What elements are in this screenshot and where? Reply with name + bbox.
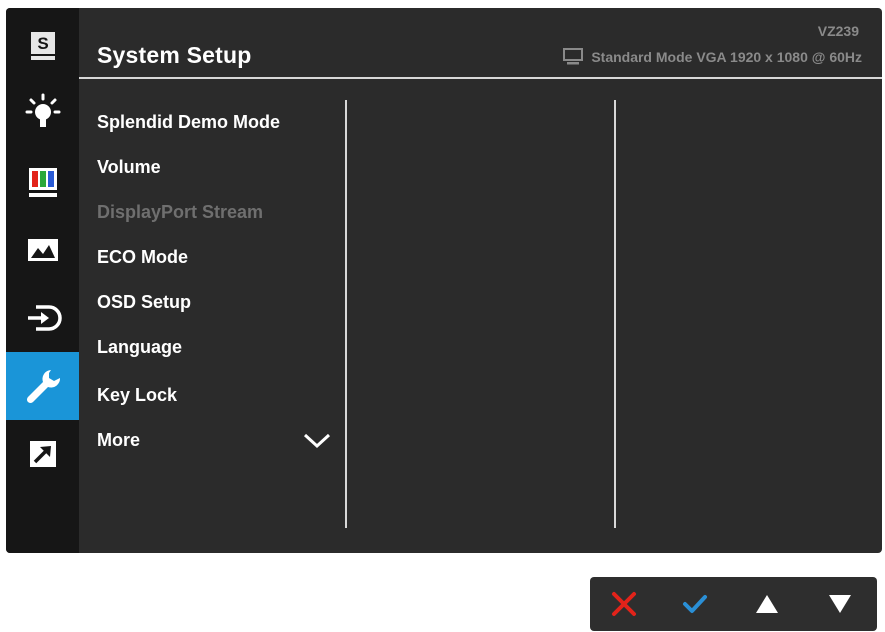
- image-mountain-icon: [27, 239, 58, 261]
- monitor-icon: [563, 48, 584, 65]
- close-icon: [612, 592, 636, 616]
- sidebar-item-color[interactable]: [6, 148, 79, 216]
- chevron-down-icon[interactable]: [302, 432, 332, 450]
- wrench-icon: [26, 370, 60, 404]
- up-key[interactable]: [737, 577, 797, 631]
- model-name: VZ239: [817, 23, 859, 39]
- svg-text:S: S: [37, 34, 48, 53]
- menu-item-eco-mode[interactable]: ECO Mode: [97, 247, 188, 268]
- menu-item-language[interactable]: Language: [97, 337, 182, 358]
- status-text: Standard Mode VGA 1920 x 1080 @ 60Hz: [591, 49, 862, 65]
- splendid-s-icon: S: [30, 32, 55, 60]
- column-divider-right: [614, 100, 616, 528]
- osd-window: S System Setup VZ239 Standard Mode VGA 1…: [6, 8, 882, 553]
- triangle-up-icon: [756, 595, 778, 613]
- down-key[interactable]: [810, 577, 870, 631]
- sidebar-item-splendid[interactable]: S: [6, 12, 79, 80]
- shortcut-arrow-icon: [29, 441, 56, 467]
- brightness-icon: [25, 93, 60, 127]
- exit-key[interactable]: [594, 577, 654, 631]
- page-title: System Setup: [97, 42, 252, 68]
- sidebar-item-image[interactable]: [6, 216, 79, 284]
- input-select-icon: [27, 305, 62, 331]
- sidebar: S: [6, 8, 79, 553]
- key-guide-bar: [590, 577, 877, 631]
- menu-item-volume[interactable]: Volume: [97, 157, 161, 178]
- column-divider-left: [345, 100, 347, 528]
- sidebar-item-system-setup[interactable]: [6, 352, 79, 420]
- confirm-key[interactable]: [665, 577, 725, 631]
- sidebar-item-shortcut[interactable]: [6, 420, 79, 488]
- menu-item-key-lock[interactable]: Key Lock: [97, 385, 177, 406]
- sidebar-item-input-select[interactable]: [6, 284, 79, 352]
- menu-item-displayport-stream: DisplayPort Stream: [97, 202, 264, 222]
- status-info: Standard Mode VGA 1920 x 1080 @ 60Hz: [563, 48, 862, 66]
- check-icon: [683, 595, 707, 613]
- triangle-down-icon: [829, 595, 851, 613]
- color-bars-icon: [28, 168, 57, 197]
- menu-item-more[interactable]: More: [97, 430, 140, 451]
- menu-item-osd-setup[interactable]: OSD Setup: [97, 292, 191, 313]
- header-divider: [79, 77, 882, 79]
- menu-item-splendid-demo-mode[interactable]: Splendid Demo Mode: [97, 112, 280, 133]
- sidebar-item-brightness[interactable]: [6, 80, 79, 148]
